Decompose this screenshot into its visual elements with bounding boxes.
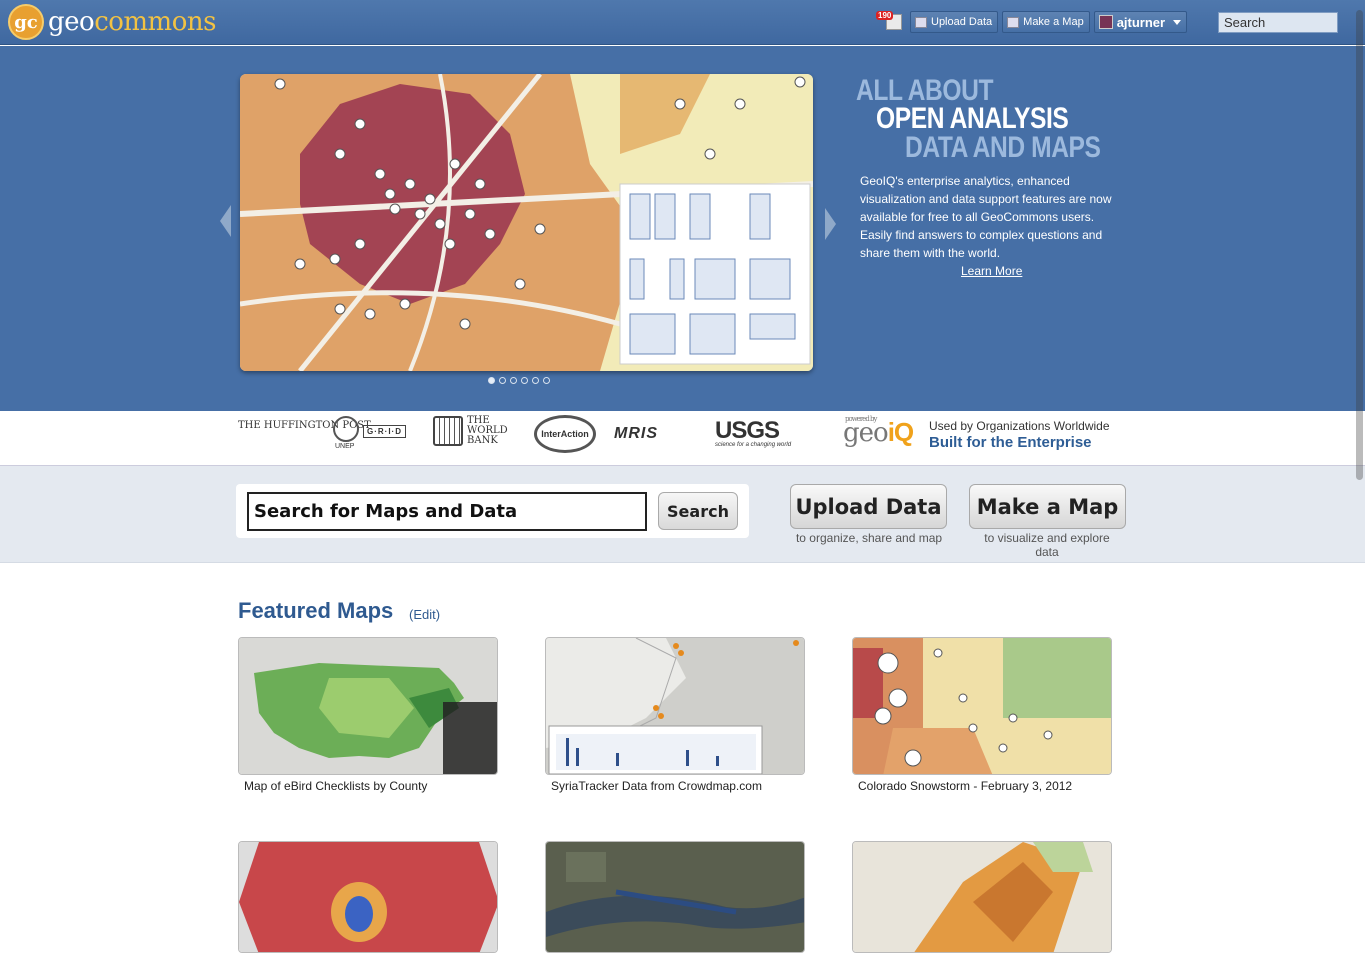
grid-label: G·R·I·D <box>363 425 406 438</box>
page-scrollbar[interactable] <box>1356 10 1363 480</box>
interaction-logo: InterAction <box>534 415 596 453</box>
slider-dot-1[interactable] <box>488 377 495 384</box>
top-nav: 190 Upload Data Make a Map ajturner <box>876 11 1188 33</box>
geoiq-logo[interactable]: powered by geoiQ <box>843 415 914 448</box>
unep-emblem-icon <box>333 416 359 442</box>
featured-map-thumbnail-3[interactable] <box>852 637 1112 775</box>
unep-label: UNEP <box>335 443 355 450</box>
slider-dot-3[interactable] <box>510 377 517 384</box>
geoiq-iq-text: iQ <box>887 417 914 447</box>
maps-data-search-input[interactable] <box>247 492 647 531</box>
huffington-post-logo: THE HUFFINGTON POST <box>238 420 371 431</box>
slider-dot-4[interactable] <box>521 377 528 384</box>
top-bar: gc geocommons 190 Upload Data Make a Map… <box>0 0 1365 45</box>
username: ajturner <box>1116 14 1166 30</box>
slider-dot-2[interactable] <box>499 377 506 384</box>
hero-headline-line3: DATA AND MAPS <box>905 131 1101 164</box>
upload-icon <box>915 16 927 28</box>
featured-map-image-4 <box>239 842 497 952</box>
featured-map-thumbnail-6[interactable] <box>852 841 1112 953</box>
avatar <box>1098 15 1113 29</box>
featured-map-caption-2[interactable]: SyriaTracker Data from Crowdmap.com <box>551 779 762 793</box>
make-map-nav-button[interactable]: Make a Map <box>1002 11 1090 33</box>
upload-data-nav-label: Upload Data <box>931 16 993 28</box>
featured-map-image-5 <box>546 842 804 952</box>
header-search-input[interactable] <box>1218 12 1338 33</box>
enterprise-link[interactable]: Built for the Enterprise <box>929 434 1092 451</box>
geocommons-logo[interactable]: gc geocommons <box>8 4 216 40</box>
featured-map-thumbnail-1[interactable] <box>238 637 498 775</box>
syriatracker-map-image <box>546 638 804 774</box>
make-a-map-subtitle: to visualize and explore data <box>984 531 1110 559</box>
usgs-label: USGS <box>715 417 780 444</box>
powered-by-label: powered by <box>845 415 877 423</box>
slider-next-arrow-icon[interactable] <box>825 208 836 240</box>
featured-map-caption-1[interactable]: Map of eBird Checklists by County <box>244 779 427 793</box>
upload-data-nav-button[interactable]: Upload Data <box>910 11 999 33</box>
featured-map-thumbnail-5[interactable] <box>545 841 805 953</box>
mris-logo: MRIS <box>614 425 658 442</box>
map-icon <box>1007 16 1020 28</box>
upload-data-subtitle: to organize, share and map <box>795 531 943 545</box>
user-menu-button[interactable]: ajturner <box>1093 11 1188 33</box>
hero-description: GeoIQ's enterprise analytics, enhanced v… <box>860 174 1112 260</box>
logo-commons-text: commons <box>94 7 216 37</box>
unep-grid-logo: UNEP G·R·I·D <box>333 416 415 452</box>
world-bank-logo: THE WORLD BANK <box>433 415 508 446</box>
featured-maps-heading: Featured Maps <box>238 598 394 623</box>
usgs-tagline: science for a changing world <box>715 442 792 448</box>
colorado-snowstorm-map-image <box>853 638 1111 774</box>
search-button[interactable]: Search <box>658 492 738 530</box>
slider-dot-6[interactable] <box>543 377 550 384</box>
chevron-down-icon <box>1173 19 1182 25</box>
slider-prev-arrow-icon[interactable] <box>220 205 231 237</box>
logo-mark-icon: gc <box>8 4 44 40</box>
featured-map-thumbnail-4[interactable] <box>238 841 498 953</box>
slider-dot-5[interactable] <box>532 377 539 384</box>
notifications-button[interactable]: 190 <box>876 11 906 33</box>
featured-edit-link[interactable]: (Edit) <box>409 607 440 622</box>
world-bank-globe-icon <box>433 416 463 446</box>
ebird-map-image <box>239 638 497 774</box>
logo-geo-text: geo <box>48 7 95 37</box>
logo-wordmark: geocommons <box>48 7 216 37</box>
upload-data-button[interactable]: Upload Data <box>790 484 947 529</box>
featured-map-thumbnail-2[interactable] <box>545 637 805 775</box>
make-map-nav-label: Make a Map <box>1023 16 1084 28</box>
usgs-logo: USGS science for a changing world <box>715 417 791 448</box>
make-a-map-button[interactable]: Make a Map <box>969 484 1126 529</box>
used-by-text: Used by Organizations Worldwide <box>929 419 1110 433</box>
world-bank-label: THE WORLD BANK <box>467 415 508 446</box>
notification-badge: 190 <box>876 11 894 20</box>
featured-map-image-6 <box>853 842 1111 952</box>
slider-pagination <box>488 377 550 384</box>
partner-logos-strip: THE HUFFINGTON POST UNEP G·R·I·D THE WOR… <box>0 411 1365 466</box>
featured-map-caption-3[interactable]: Colorado Snowstorm - February 3, 2012 <box>858 779 1072 793</box>
hero-slide-image[interactable] <box>240 74 813 371</box>
analysis-map-illustration <box>240 74 813 371</box>
learn-more-link[interactable]: Learn More <box>961 264 1022 278</box>
